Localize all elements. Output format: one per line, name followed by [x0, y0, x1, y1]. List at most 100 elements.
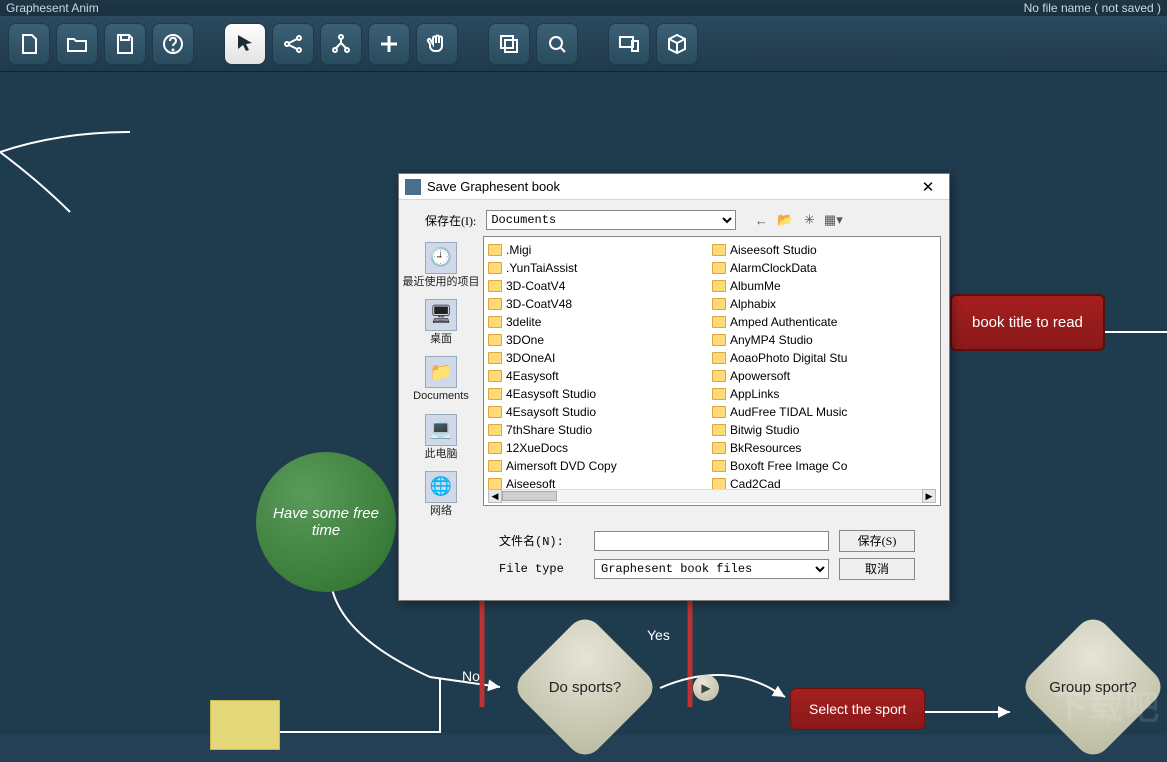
edge-label-no: No: [462, 668, 480, 684]
folder-item[interactable]: AlbumMe: [712, 277, 936, 295]
folder-label: 3D-CoatV4: [506, 279, 565, 293]
place-item[interactable]: 📁 Documents: [413, 356, 469, 403]
edge-label-yes: Yes: [647, 627, 670, 643]
folder-icon: [488, 334, 502, 346]
place-icon: 🌐: [425, 471, 457, 503]
folder-item[interactable]: .YunTaiAssist: [488, 259, 712, 277]
dialog-titlebar[interactable]: Save Graphesent book ✕: [399, 174, 949, 200]
node-do-sports[interactable]: Do sports?: [510, 612, 660, 762]
folder-icon: [488, 352, 502, 364]
node-select-sport[interactable]: Select the sport: [790, 688, 925, 730]
folder-item[interactable]: 4Esaysoft Studio: [488, 403, 712, 421]
play-icon[interactable]: ▶: [693, 675, 719, 701]
cube-icon[interactable]: [656, 23, 698, 65]
nav-viewmenu-icon[interactable]: ▦▾: [824, 211, 842, 229]
place-icon: 📁: [425, 356, 457, 388]
folder-label: 7thShare Studio: [506, 423, 592, 437]
folder-label: .YunTaiAssist: [506, 261, 577, 275]
file-list[interactable]: .Migi .YunTaiAssist 3D-CoatV4 3D-CoatV483de…: [483, 236, 941, 506]
folder-item[interactable]: 3delite: [488, 313, 712, 331]
folder-item[interactable]: 12XueDocs: [488, 439, 712, 457]
folder-item[interactable]: .Migi: [488, 241, 712, 259]
folder-icon: [488, 388, 502, 400]
hand-icon[interactable]: [416, 23, 458, 65]
folder-icon: [712, 388, 726, 400]
refresh-icon[interactable]: [536, 23, 578, 65]
folder-label: AppLinks: [730, 387, 779, 401]
place-item[interactable]: 💻此电脑: [425, 414, 458, 461]
folder-icon: [712, 352, 726, 364]
folder-item[interactable]: AppLinks: [712, 385, 936, 403]
place-label: 网络: [430, 505, 452, 518]
place-item[interactable]: 🌐 网络: [425, 471, 457, 518]
place-item[interactable]: 🖥桌面: [425, 299, 457, 346]
scroll-right-icon[interactable]: ▶: [922, 489, 936, 503]
node-free-time[interactable]: Have some free time: [256, 452, 396, 592]
folder-item[interactable]: 3DOneAI: [488, 349, 712, 367]
place-item[interactable]: 🕘最近使用的项目: [403, 242, 480, 289]
folder-item[interactable]: 3D-CoatV48: [488, 295, 712, 313]
nav-newfolder-icon[interactable]: ✳: [800, 211, 818, 229]
folder-item[interactable]: Bitwig Studio: [712, 421, 936, 439]
nav-up-icon[interactable]: 📂: [776, 211, 794, 229]
tree-icon[interactable]: [320, 23, 362, 65]
folder-label: Alphabix: [730, 297, 776, 311]
scroll-thumb[interactable]: [502, 491, 557, 501]
folder-item[interactable]: 7thShare Studio: [488, 421, 712, 439]
folder-icon: [488, 262, 502, 274]
folder-item[interactable]: AlarmClockData: [712, 259, 936, 277]
folder-label: Amped Authenticate: [730, 315, 837, 329]
folder-icon: [712, 298, 726, 310]
place-icon: 🖥: [425, 299, 457, 331]
save-in-select[interactable]: Documents: [486, 210, 736, 230]
pointer-icon[interactable]: [224, 23, 266, 65]
folder-item[interactable]: 3D-CoatV4: [488, 277, 712, 295]
save-button[interactable]: 保存(S): [839, 530, 915, 552]
folder-icon: [488, 298, 502, 310]
node-label: Select the sport: [809, 701, 906, 717]
folder-icon: [712, 424, 726, 436]
folder-icon: [712, 262, 726, 274]
folder-item[interactable]: AnyMP4 Studio: [712, 331, 936, 349]
folder-item[interactable]: Aiseesoft Studio: [712, 241, 936, 259]
folder-item[interactable]: AoaoPhoto Digital Stu: [712, 349, 936, 367]
place-label: Documents: [413, 390, 469, 403]
filename-input[interactable]: [594, 531, 829, 551]
node-sticky[interactable]: [210, 700, 280, 750]
folder-item[interactable]: Boxoft Free Image Co: [712, 457, 936, 475]
folder-item[interactable]: Apowersoft: [712, 367, 936, 385]
folder-item[interactable]: Alphabix: [712, 295, 936, 313]
open-icon[interactable]: [56, 23, 98, 65]
stack-icon[interactable]: [488, 23, 530, 65]
new-icon[interactable]: [8, 23, 50, 65]
folder-item[interactable]: 4Easysoft Studio: [488, 385, 712, 403]
node-label: Do sports?: [510, 612, 660, 762]
plus-icon[interactable]: [368, 23, 410, 65]
place-label: 最近使用的项目: [403, 276, 480, 289]
folder-label: 4Esaysoft Studio: [506, 405, 596, 419]
help-icon[interactable]: [152, 23, 194, 65]
filetype-select[interactable]: Graphesent book files: [594, 559, 829, 579]
folder-item[interactable]: AudFree TIDAL Music: [712, 403, 936, 421]
folder-item[interactable]: 3DOne: [488, 331, 712, 349]
node-group-sport[interactable]: Group sport?: [1018, 612, 1167, 762]
folder-icon: [712, 280, 726, 292]
cancel-button[interactable]: 取消: [839, 558, 915, 580]
nav-back-icon[interactable]: ←: [752, 211, 770, 229]
app-title: Graphesent Anim: [6, 1, 206, 15]
folder-item[interactable]: Aimersoft DVD Copy: [488, 457, 712, 475]
toolbar: [0, 16, 1167, 72]
folder-item[interactable]: Amped Authenticate: [712, 313, 936, 331]
folder-item[interactable]: BkResources: [712, 439, 936, 457]
devices-icon[interactable]: [608, 23, 650, 65]
filename-label: 文件名(N):: [499, 532, 584, 549]
folder-label: Aiseesoft Studio: [730, 243, 817, 257]
save-icon[interactable]: [104, 23, 146, 65]
horizontal-scrollbar[interactable]: ◀ ▶: [488, 489, 936, 503]
folder-item[interactable]: 4Easysoft: [488, 367, 712, 385]
scroll-left-icon[interactable]: ◀: [488, 489, 502, 503]
share-icon[interactable]: [272, 23, 314, 65]
close-icon[interactable]: ✕: [913, 178, 943, 196]
folder-icon: [488, 460, 502, 472]
node-book-title[interactable]: book title to read: [950, 294, 1105, 351]
